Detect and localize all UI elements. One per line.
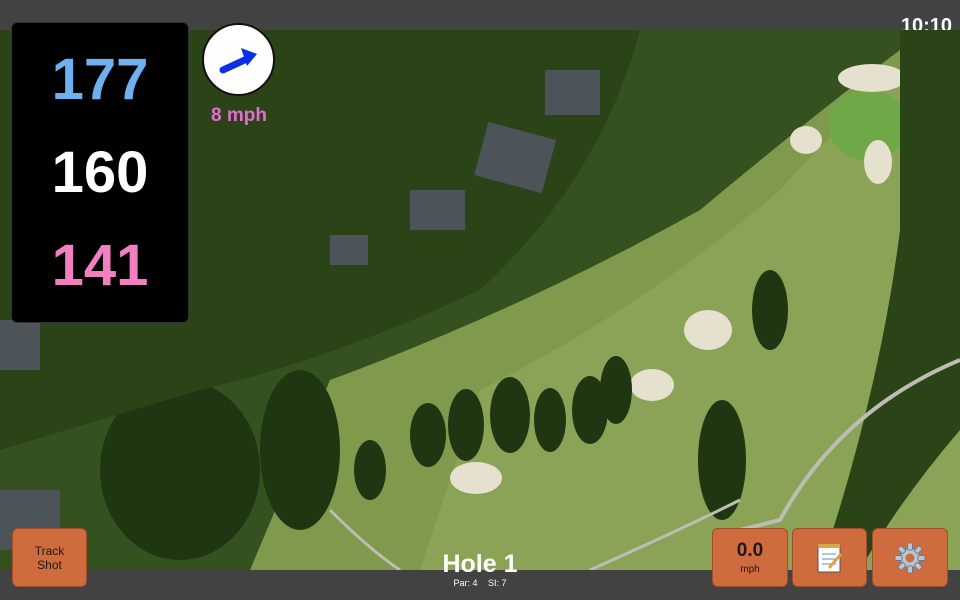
- gear-icon: [894, 542, 926, 573]
- hole-par: Par: 4: [453, 578, 478, 588]
- wind-indicator: [202, 23, 275, 96]
- hole-info: Hole 1 Par: 4 SI: 7: [380, 550, 580, 588]
- track-shot-label-line2: Shot: [37, 557, 62, 572]
- track-shot-button[interactable]: Track Shot: [12, 528, 87, 587]
- distance-panel: 177 160 141: [11, 22, 189, 323]
- notes-button[interactable]: [792, 528, 867, 587]
- notepad-icon: [817, 543, 842, 572]
- speed-unit: mph: [740, 564, 760, 575]
- back-distance: 177: [51, 46, 149, 112]
- settings-button[interactable]: [872, 528, 948, 587]
- speed-value: 0.0: [736, 540, 764, 561]
- hole-title: Hole 1: [442, 550, 518, 578]
- front-distance: 141: [51, 232, 149, 298]
- wind-arrow-icon: [219, 47, 257, 73]
- center-distance: 160: [51, 139, 149, 205]
- speed-button[interactable]: 0.0 mph: [712, 528, 788, 587]
- track-shot-label-line1: Track: [34, 543, 65, 558]
- hole-details: Par: 4 SI: 7: [380, 578, 580, 588]
- wind-speed: 8 mph: [211, 105, 267, 126]
- hole-stroke-index: SI: 7: [488, 578, 507, 588]
